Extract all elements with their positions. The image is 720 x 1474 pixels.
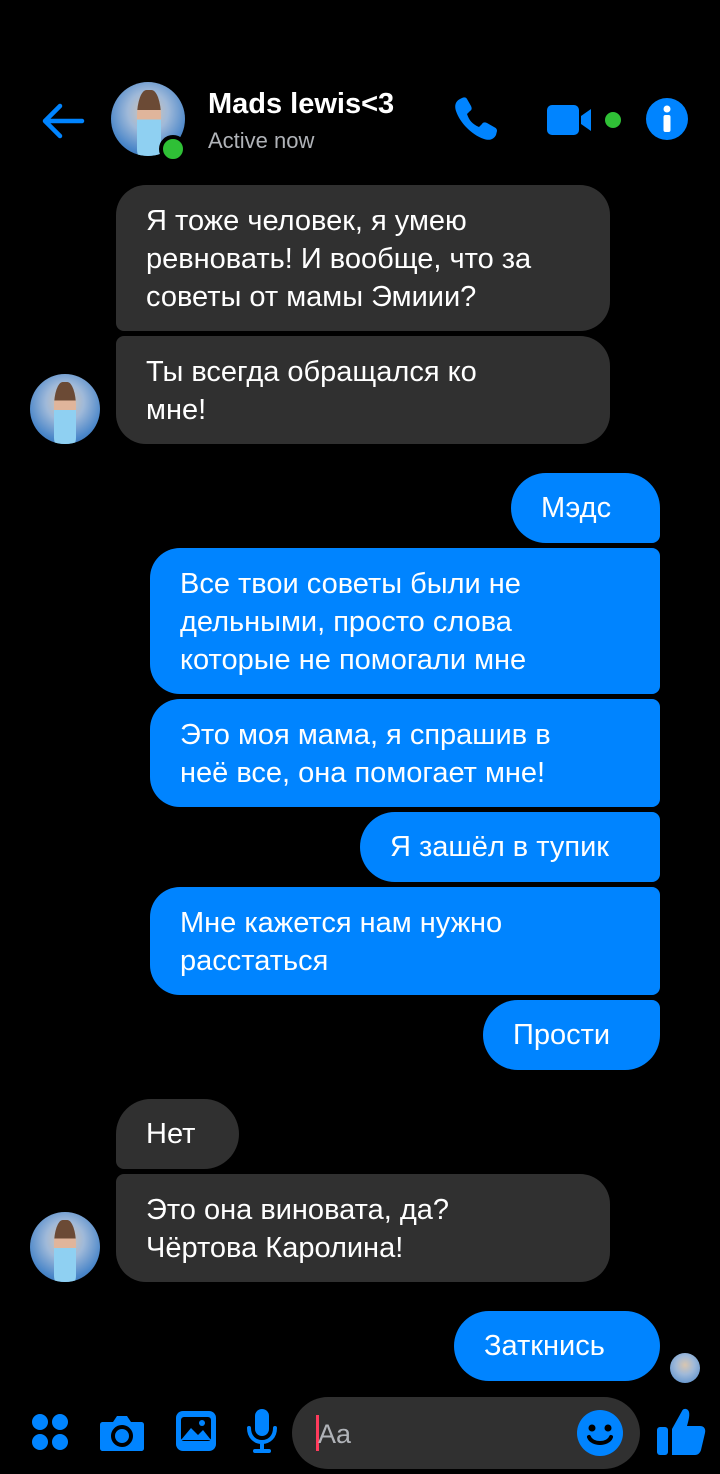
message-line: дельными, просто слова xyxy=(180,606,512,638)
thumbs-up-icon[interactable] xyxy=(655,1405,707,1457)
message-line: Я зашёл в тупик xyxy=(390,831,609,863)
message-line: неё все, она помогает мне! xyxy=(180,757,546,789)
message-bubble-incoming[interactable]: Ты всегда обращался ко мне! xyxy=(116,336,610,444)
message-line: Мне кажется нам нужно xyxy=(180,907,503,939)
message-line: Мэдс xyxy=(541,492,612,524)
message-line: Чёртова Каролина! xyxy=(146,1232,404,1264)
seen-receipt-avatar xyxy=(670,1353,700,1383)
message-bubble-incoming[interactable]: Я тоже человек, я умею ревновать! И вооб… xyxy=(116,185,610,331)
gallery-icon[interactable] xyxy=(175,1410,217,1452)
apps-grid-icon[interactable] xyxy=(30,1412,70,1452)
contact-name[interactable]: Mads lewis<3 xyxy=(208,88,394,121)
message-input[interactable]: Aa xyxy=(292,1397,640,1469)
message-line: Это моя мама, я спрашив в xyxy=(180,719,551,751)
message-line: Это она виновата, да? xyxy=(146,1194,450,1226)
message-line: Все твои советы были не xyxy=(180,568,521,600)
message-line: советы от мамы Эмиии? xyxy=(146,281,477,313)
message-bubble-outgoing[interactable]: Это моя мама, я спрашив в неё все, она п… xyxy=(150,699,660,807)
message-input-placeholder: Aa xyxy=(318,1419,352,1449)
message-line: мне! xyxy=(146,394,207,426)
online-status-dot xyxy=(159,135,187,163)
phone-icon[interactable] xyxy=(450,93,502,145)
contact-avatar-small[interactable] xyxy=(30,1212,100,1282)
chat-header: Mads lewis<3 Active now xyxy=(0,60,720,180)
camera-icon[interactable] xyxy=(99,1412,145,1452)
info-icon[interactable] xyxy=(645,97,689,141)
message-line: расстаться xyxy=(180,945,329,977)
message-bubble-outgoing[interactable]: Мэдс xyxy=(511,473,660,543)
message-line: Я тоже человек, я умею xyxy=(146,205,467,237)
message-bubble-outgoing[interactable]: Все твои советы были не дельными, просто… xyxy=(150,548,660,694)
message-bubble-incoming[interactable]: Это она виновата, да? Чёртова Каролина! xyxy=(116,1174,610,1282)
video-camera-icon[interactable] xyxy=(545,100,627,140)
message-bubble-outgoing[interactable]: Мне кажется нам нужно расстаться xyxy=(150,887,660,995)
message-bubble-outgoing[interactable]: Заткнись xyxy=(454,1311,660,1381)
message-line: которые не помогали мне xyxy=(180,644,527,676)
message-composer: Aa xyxy=(0,1390,720,1474)
smile-emoji-icon[interactable] xyxy=(576,1409,624,1457)
message-line: Прости xyxy=(513,1019,611,1051)
message-bubble-outgoing[interactable]: Прости xyxy=(483,1000,660,1070)
message-line: Ты всегда обращался ко xyxy=(146,356,477,388)
message-line: Нет xyxy=(146,1118,196,1150)
message-bubble-outgoing[interactable]: Я зашёл в тупик xyxy=(360,812,660,882)
back-arrow-icon[interactable] xyxy=(38,96,88,146)
contact-avatar-small[interactable] xyxy=(30,374,100,444)
message-bubble-incoming[interactable]: Нет xyxy=(116,1099,239,1169)
microphone-icon[interactable] xyxy=(246,1408,278,1454)
contact-status: Active now xyxy=(208,128,315,153)
message-line: ревновать! И вообще, что за xyxy=(146,243,532,275)
message-line: Заткнись xyxy=(484,1330,605,1362)
